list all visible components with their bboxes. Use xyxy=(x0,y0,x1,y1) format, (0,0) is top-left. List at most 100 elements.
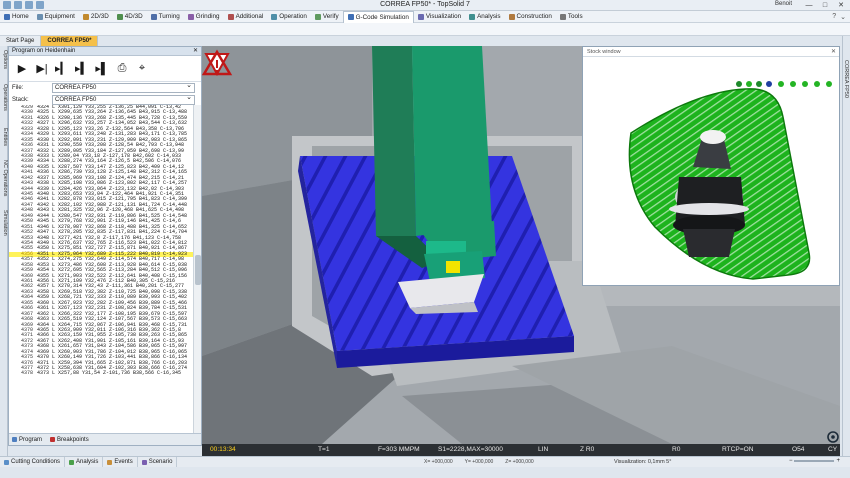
panel-header: Program on Heidenhain ✕ xyxy=(9,47,201,56)
print-icon[interactable]: ⎙ xyxy=(115,62,129,76)
panel-title: Program on Heidenhain xyxy=(12,48,76,54)
menu-item-tools[interactable]: Tools xyxy=(556,11,587,23)
rtcp-status: RTCP=ON xyxy=(722,446,754,453)
menu-icon xyxy=(469,13,476,20)
tab-analysis[interactable]: Analysis xyxy=(65,456,104,468)
close-icon[interactable]: ✕ xyxy=(193,47,198,56)
line-number: 4378 xyxy=(20,370,33,377)
menu-item-operation[interactable]: Operation xyxy=(267,11,311,23)
menu-icon xyxy=(82,13,89,20)
scenario-icon xyxy=(141,459,147,465)
help-icon[interactable]: ? xyxy=(832,13,836,21)
coord-z: Z= +000,000 xyxy=(505,459,534,465)
breakpoint-icon xyxy=(50,437,56,442)
menu-icon xyxy=(314,13,321,20)
menu-item-construction[interactable]: Construction xyxy=(505,11,556,23)
minimize-button[interactable]: — xyxy=(802,0,816,10)
left-side-tabs: Options Operations Entities NC Operation… xyxy=(0,46,8,458)
play-to-cursor-icon[interactable]: ▶| xyxy=(35,62,49,76)
cutting-conditions-icon xyxy=(4,459,9,465)
line-code: 4373 L X257,88 Y31,54 Z-101,736 B38,566 … xyxy=(37,370,182,377)
close-icon[interactable]: ✕ xyxy=(831,47,836,57)
cursor-coordinates: X= +000,000 Y= +000,000 Z= +000,000 xyxy=(424,459,534,465)
visualization-precision: Visualization: 0,1mm 5° xyxy=(614,459,672,465)
tab-start-page[interactable]: Start Page xyxy=(0,36,42,46)
cycle-status: CY xyxy=(828,446,838,453)
menu-item-verify[interactable]: Verify xyxy=(311,11,343,23)
step-over-icon[interactable]: ▸▌ xyxy=(95,62,109,76)
menu-item-grinding[interactable]: Grinding xyxy=(184,11,224,23)
spindle-speed: S1=2228,MAX=30000 xyxy=(438,446,503,453)
interpolation-mode: LIN xyxy=(538,446,549,453)
window-footer xyxy=(0,467,850,478)
file-label: File: xyxy=(12,85,24,91)
menu-item-g-code-simulation[interactable]: G-Code Simulation xyxy=(342,10,414,23)
stack-select[interactable]: CORREA FP50 xyxy=(52,94,195,105)
menu-item-2d-3d[interactable]: 2D/3D xyxy=(79,11,113,23)
radius-comp: R0 xyxy=(672,446,681,453)
feed-rate: F=303 MMPM xyxy=(378,446,420,453)
maximize-button[interactable]: □ xyxy=(818,0,832,10)
vtab-nc-operations[interactable]: NC Operations xyxy=(0,160,8,196)
chevron-down-icon[interactable]: ⌄ xyxy=(840,13,846,21)
tab-document[interactable]: CORREA FP50* xyxy=(41,36,99,46)
menu-item-visualization[interactable]: Visualization xyxy=(414,11,465,23)
view-toolbar[interactable] xyxy=(736,81,832,87)
tab-events[interactable]: Events xyxy=(103,456,138,468)
zoom-slider[interactable]: − + xyxy=(789,458,840,464)
user-name[interactable]: Benoit xyxy=(775,1,792,7)
title-bar: CORREA FP50* - TopSolid 7 Benoit — □ ✕ xyxy=(0,0,850,11)
menu-item-home[interactable]: Home xyxy=(0,11,33,23)
menu-item-4d-3d[interactable]: 4D/3D xyxy=(113,11,147,23)
vtab-options[interactable]: Options xyxy=(0,50,8,69)
file-field: File: CORREA FP50 xyxy=(9,82,201,94)
program-icon xyxy=(12,437,17,442)
play-icon[interactable]: ▶ xyxy=(15,62,29,76)
document-tabs: Start Page CORREA FP50* xyxy=(0,36,850,46)
menu-item-equipment[interactable]: Equipment xyxy=(33,11,79,23)
right-side-tabs: CORREA FP50 xyxy=(842,36,850,456)
menu-icon xyxy=(150,13,157,20)
stack-label: Stack: xyxy=(12,97,29,103)
stock-window-title: Stock window xyxy=(587,49,621,55)
stock-window[interactable]: Stock window ✕ xyxy=(582,46,840,286)
tab-program[interactable]: Program xyxy=(12,437,42,443)
tab-breakpoints[interactable]: Breakpoints xyxy=(50,437,89,443)
scrollbar[interactable] xyxy=(193,105,201,433)
scrollbar-thumb[interactable] xyxy=(195,255,201,285)
menu-icon xyxy=(187,13,194,20)
vtab-simulation[interactable]: Simulation xyxy=(0,210,8,236)
program-code-list[interactable]: 4329 4324 L X301,129 Y33,255 Z-136,25 B44… xyxy=(9,105,193,433)
panel-tabs: Program Breakpoints xyxy=(9,433,201,445)
coord-x: X= +000,000 xyxy=(424,459,453,465)
tab-scenario[interactable]: Scenario xyxy=(138,456,178,468)
vtab-operations[interactable]: Operations xyxy=(0,84,8,111)
window-title: CORREA FP50* - TopSolid 7 xyxy=(380,1,470,8)
stock-view xyxy=(628,81,832,280)
program-line[interactable]: 4378 4373 L X257,88 Y31,54 Z-101,736 B38,… xyxy=(9,370,193,377)
target-icon[interactable]: ⌖ xyxy=(135,62,149,76)
menu-icon xyxy=(508,13,515,20)
menu-right-controls: ? ⌄ xyxy=(832,13,850,21)
step-icon[interactable]: ▸▎ xyxy=(55,62,69,76)
bottom-bar: Cutting Conditions Analysis Events Scena… xyxy=(0,456,850,468)
tab-cutting-conditions[interactable]: Cutting Conditions xyxy=(0,456,66,468)
step-block-icon[interactable]: ▸▍ xyxy=(75,62,89,76)
z-radius: Z R0 xyxy=(580,446,595,453)
file-select[interactable]: CORREA FP50 xyxy=(52,82,195,93)
vtab-document[interactable]: CORREA FP50 xyxy=(843,60,849,98)
vtab-entities[interactable]: Entities xyxy=(0,128,8,146)
menu-item-additional[interactable]: Additional xyxy=(224,11,268,23)
program-panel: Program on Heidenhain ✕ ▶ ▶| ▸▎ ▸▍ ▸▌ ⎙ … xyxy=(8,46,202,446)
menu-icon xyxy=(227,13,234,20)
close-button[interactable]: ✕ xyxy=(834,0,848,10)
menu-icon xyxy=(4,13,10,20)
menu-icon xyxy=(36,13,43,20)
simulation-toolbar: ▶ ▶| ▸▎ ▸▍ ▸▌ ⎙ ⌖ xyxy=(9,56,201,82)
menu-icon xyxy=(559,13,566,20)
coord-y: Y= +000,000 xyxy=(464,459,494,465)
menu-item-analysis[interactable]: Analysis xyxy=(465,11,504,23)
analysis-icon xyxy=(69,459,75,465)
menu-icon xyxy=(417,13,424,20)
menu-item-turning[interactable]: Turning xyxy=(147,11,184,23)
